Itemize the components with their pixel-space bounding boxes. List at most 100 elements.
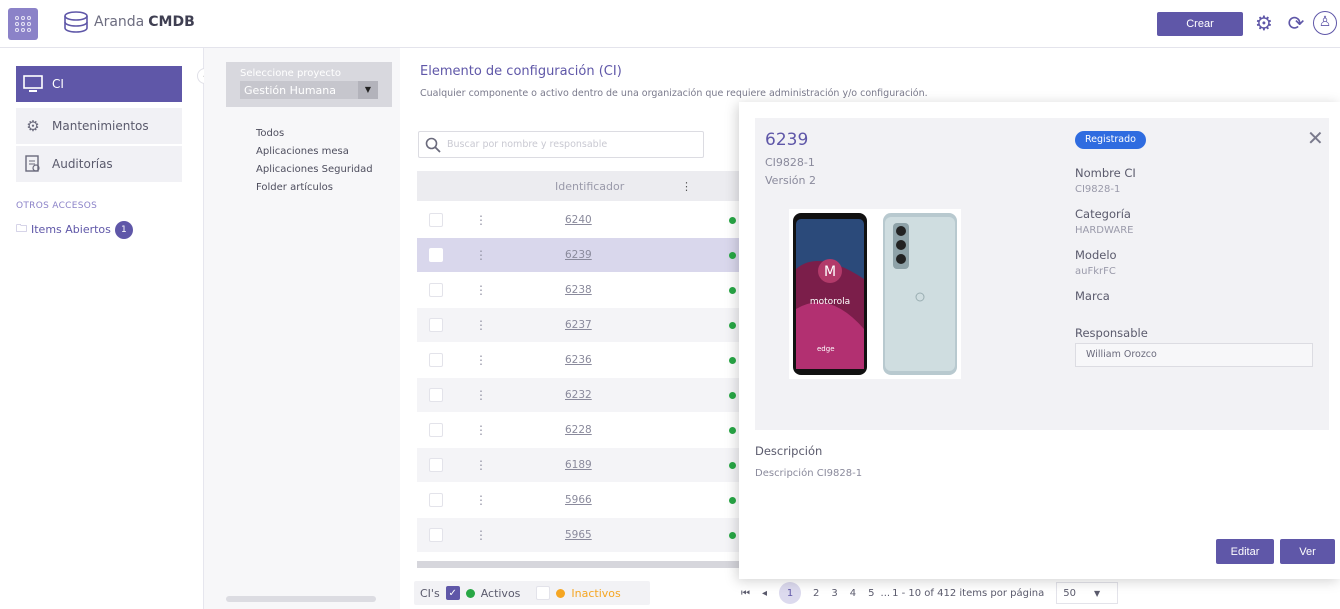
row-checkbox[interactable]: [429, 283, 443, 297]
folder-icon: 🗀: [16, 222, 27, 235]
view-button[interactable]: Ver: [1280, 539, 1335, 564]
project-select-value[interactable]: Gestión Humana ▼: [240, 81, 378, 99]
row-menu-icon[interactable]: ⋮: [475, 248, 487, 262]
activos-checkbox[interactable]: ✓: [445, 586, 460, 600]
status-dot: [729, 286, 736, 294]
create-button[interactable]: Crear: [1157, 12, 1243, 36]
page-4[interactable]: 4: [850, 588, 856, 599]
audit-icon: [22, 154, 44, 174]
row-menu-icon[interactable]: ⋮: [475, 423, 487, 437]
page-5[interactable]: 5: [868, 588, 874, 599]
row-checkbox[interactable]: [429, 493, 443, 507]
row-checkbox[interactable]: [429, 458, 443, 472]
row-menu-icon[interactable]: ⋮: [475, 388, 487, 402]
row-checkbox[interactable]: [429, 318, 443, 332]
row-identifier[interactable]: 6189: [565, 459, 645, 471]
folder-item[interactable]: Folder artículos: [256, 182, 373, 198]
detail-summary: 6239 CI9828-1 Versión 2 M motorola edge: [755, 118, 1329, 430]
inactivos-checkbox[interactable]: [536, 586, 551, 600]
page-subtitle: Cualquier componente o activo dentro de …: [420, 88, 928, 99]
status-filter-bar: CI's ✓ Activos Inactivos: [414, 581, 650, 605]
table-row[interactable]: ⋮ 6189: [417, 448, 757, 482]
sidebar-item-label: Auditorías: [52, 157, 113, 171]
settings-icon[interactable]: ⚙: [1252, 11, 1276, 35]
activos-label: Activos: [480, 586, 521, 600]
row-menu-icon[interactable]: ⋮: [475, 458, 487, 472]
per-page-value: 50: [1063, 587, 1076, 599]
table-row[interactable]: ⋮ 5966: [417, 483, 757, 517]
row-identifier[interactable]: 6232: [565, 389, 645, 401]
ci-id: 6239: [765, 130, 809, 150]
col-identificador[interactable]: Identificador: [555, 180, 681, 193]
sidebar-item-mantenimientos[interactable]: ⚙ Mantenimientos: [16, 108, 182, 144]
row-menu-icon[interactable]: ⋮: [475, 283, 487, 297]
page-title: Elemento de configuración (CI): [420, 64, 622, 79]
inactivos-label: Inactivos: [571, 586, 621, 600]
gears-icon: ⚙: [26, 117, 40, 135]
status-dot: [729, 461, 736, 469]
row-identifier[interactable]: 6237: [565, 319, 645, 331]
row-identifier[interactable]: 6236: [565, 354, 645, 366]
folder-item[interactable]: Aplicaciones mesa: [256, 146, 373, 162]
page-3[interactable]: 3: [831, 588, 837, 599]
sidebar-item-auditorias[interactable]: Auditorías: [16, 146, 182, 182]
top-bar: Aranda CMDB Crear ⚙ ⟳ ♙: [0, 0, 1340, 48]
table-row[interactable]: ⋮ 6238: [417, 273, 757, 307]
page-1[interactable]: 1: [779, 582, 802, 604]
row-checkbox[interactable]: [429, 353, 443, 367]
project-selector[interactable]: Seleccione proyecto Gestión Humana ▼: [226, 62, 392, 107]
panel-scrollbar[interactable]: [226, 596, 376, 602]
items-abiertos-link[interactable]: 🗀 Items Abiertos 1: [16, 220, 133, 239]
row-menu-icon[interactable]: ⋮: [475, 213, 487, 227]
table-row[interactable]: ⋮ 6239: [417, 238, 757, 272]
sidebar-item-ci[interactable]: CI: [16, 66, 182, 102]
otros-accesos-heading: OTROS ACCESOS: [16, 201, 98, 211]
status-badge: Registrado: [1075, 131, 1146, 149]
per-page-select[interactable]: 50 ▼: [1056, 582, 1119, 604]
table-row[interactable]: ⋮ 6228: [417, 413, 757, 447]
first-page-icon[interactable]: ⏮: [741, 588, 750, 599]
row-identifier[interactable]: 6240: [565, 214, 645, 226]
search-input[interactable]: Buscar por nombre y responsable: [418, 131, 704, 158]
table-scrollbar[interactable]: [417, 561, 757, 568]
app-grid-button[interactable]: [8, 8, 38, 40]
row-checkbox[interactable]: [429, 213, 443, 227]
table-row[interactable]: ⋮ 6236: [417, 343, 757, 377]
row-identifier[interactable]: 6238: [565, 284, 645, 296]
column-menu-icon[interactable]: ⋮: [681, 180, 692, 193]
row-checkbox[interactable]: [429, 423, 443, 437]
brand-name: CMDB: [148, 14, 195, 30]
descripcion-value: Descripción CI9828-1: [755, 468, 863, 479]
page-2[interactable]: 2: [813, 588, 819, 599]
row-menu-icon[interactable]: ⋮: [475, 318, 487, 332]
row-identifier[interactable]: 5966: [565, 494, 645, 506]
row-menu-icon[interactable]: ⋮: [475, 528, 487, 542]
row-identifier[interactable]: 6239: [565, 249, 645, 261]
close-icon[interactable]: ✕: [1307, 128, 1324, 148]
refresh-icon[interactable]: ⟳: [1284, 11, 1308, 35]
sidebar-item-label: Mantenimientos: [52, 119, 149, 133]
responsable-field[interactable]: William Orozco: [1075, 343, 1313, 367]
row-identifier[interactable]: 6228: [565, 424, 645, 436]
table-row[interactable]: ⋮ 6232: [417, 378, 757, 412]
row-checkbox[interactable]: [429, 528, 443, 542]
table-row[interactable]: ⋮ 5965: [417, 518, 757, 552]
table-row[interactable]: ⋮ 6237: [417, 308, 757, 342]
table-row[interactable]: ⋮ 6240: [417, 203, 757, 237]
chevron-down-icon[interactable]: ▼: [358, 81, 378, 99]
database-icon: [64, 11, 88, 33]
prev-page-icon[interactable]: ◂: [762, 588, 767, 599]
row-menu-icon[interactable]: ⋮: [475, 353, 487, 367]
row-checkbox[interactable]: [429, 388, 443, 402]
row-identifier[interactable]: 5965: [565, 529, 645, 541]
ci-version: Versión 2: [765, 174, 816, 187]
folder-item[interactable]: Aplicaciones Seguridad: [256, 164, 373, 180]
folder-item[interactable]: Todos: [256, 128, 373, 144]
row-menu-icon[interactable]: ⋮: [475, 493, 487, 507]
marca-label: Marca: [1075, 289, 1110, 303]
status-dot: [729, 251, 736, 259]
row-checkbox[interactable]: [429, 248, 443, 262]
edit-button[interactable]: Editar: [1216, 539, 1274, 564]
ellipsis[interactable]: ...: [881, 588, 891, 599]
user-icon[interactable]: ♙: [1313, 11, 1337, 35]
